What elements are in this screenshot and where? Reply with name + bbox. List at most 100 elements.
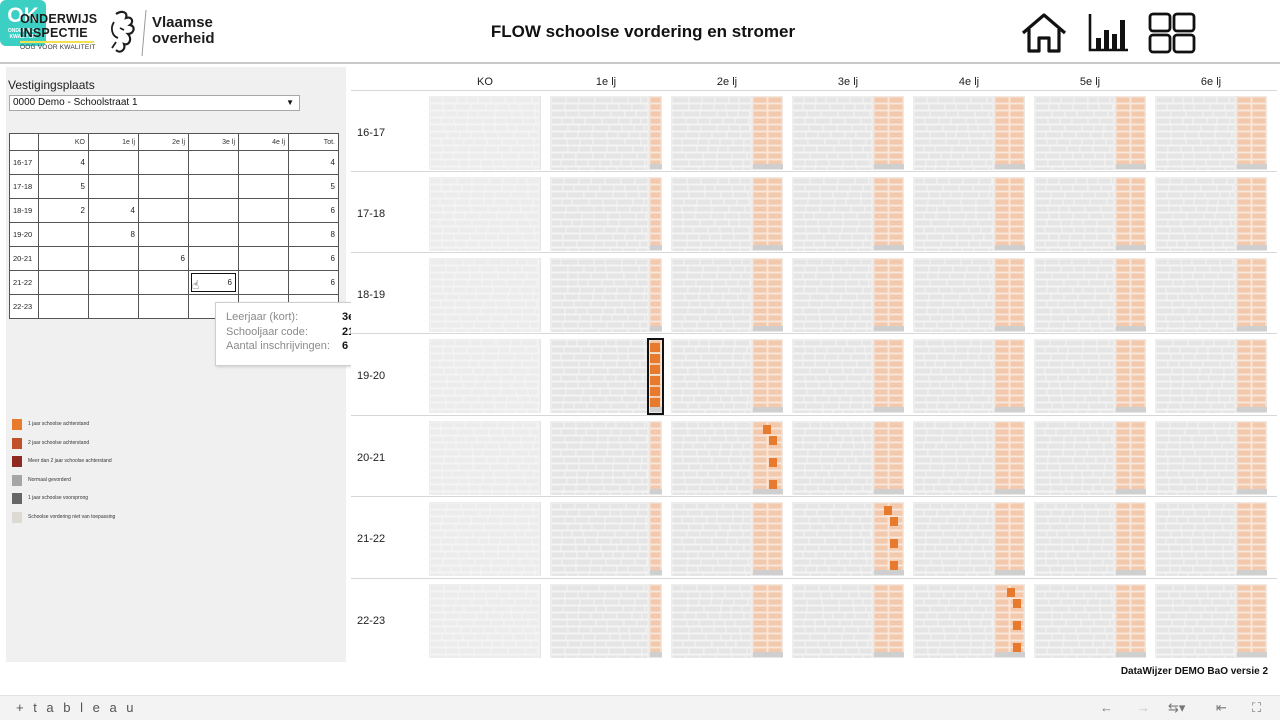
crosstab-cell[interactable] [88,270,139,295]
crosstab-cell[interactable]: 6 [288,198,339,223]
flow-cell[interactable] [550,96,662,170]
crosstab-cell[interactable] [138,150,189,175]
crosstab-cell[interactable]: 5 [38,174,89,199]
crosstab-cell[interactable] [38,270,89,295]
crosstab-cell[interactable] [38,294,89,319]
crosstab-cell[interactable] [38,246,89,271]
crosstab-cell[interactable]: 4 [88,198,139,223]
vestigingsplaats-dropdown[interactable]: 0000 Demo - Schoolstraat 1 ▼ [9,95,300,111]
treemap-tile [913,286,926,294]
crosstab-cell[interactable] [138,198,189,223]
crosstab-cell[interactable] [138,270,189,295]
revert-icon[interactable]: ⇆▾ [1168,700,1185,716]
flow-cell[interactable] [429,421,541,495]
crosstab-cell[interactable] [88,294,139,319]
home-button[interactable] [1020,12,1068,54]
flow-cell[interactable] [913,421,1025,495]
crosstab-cell[interactable] [238,246,289,271]
flow-cell[interactable] [429,258,541,332]
flow-cell[interactable] [1034,177,1146,251]
undo-arrow-icon[interactable]: ← [1100,700,1113,715]
crosstab-cell[interactable] [88,246,139,271]
crosstab-cell[interactable] [88,150,139,175]
flow-cell[interactable] [913,96,1025,170]
crosstab-cell[interactable]: 4 [38,150,89,175]
crosstab-cell[interactable] [188,198,239,223]
crosstab-cell[interactable]: 5 [288,174,339,199]
crosstab-cell[interactable] [238,150,289,175]
flow-cell[interactable] [1155,584,1267,658]
crosstab-cell[interactable]: 6 [288,246,339,271]
chart-button[interactable] [1088,12,1136,54]
crosstab-cell[interactable] [88,174,139,199]
crosstab-cell[interactable] [238,222,289,247]
flow-cell[interactable] [1155,96,1267,170]
flow-cell[interactable] [1155,502,1267,576]
flow-cell[interactable] [792,502,904,576]
crosstab-cell[interactable] [38,222,89,247]
crosstab-cell[interactable]: 8 [88,222,139,247]
flow-cell[interactable] [913,177,1025,251]
flow-cell[interactable] [1034,421,1146,495]
flow-cell[interactable] [913,502,1025,576]
crosstab-cell[interactable] [188,174,239,199]
flow-cell[interactable] [429,584,541,658]
crosstab-cell[interactable]: 6 [288,270,339,295]
fullscreen-icon[interactable]: ⛶ [1252,700,1261,716]
flow-cell[interactable] [429,502,541,576]
flow-cell[interactable] [1155,339,1267,413]
flow-cell[interactable] [792,177,904,251]
treemap-tile [512,449,530,457]
flow-cell[interactable] [671,258,783,332]
flow-cell[interactable] [1034,502,1146,576]
flow-cell[interactable] [671,177,783,251]
flow-cell[interactable] [792,339,904,413]
flow-cell[interactable] [550,584,662,658]
flow-cell[interactable] [671,339,783,413]
crosstab-cell[interactable] [238,174,289,199]
crosstab-cell[interactable]: 2 [38,198,89,223]
flow-cell[interactable] [913,584,1025,658]
flow-cell[interactable] [1034,258,1146,332]
flow-cell[interactable] [1034,96,1146,170]
crosstab-cell[interactable] [188,222,239,247]
flow-cell[interactable] [429,96,541,170]
flow-cell[interactable] [671,502,783,576]
flow-cell[interactable] [913,258,1025,332]
flow-cell[interactable] [550,339,662,413]
crosstab-cell[interactable] [188,246,239,271]
flow-cell[interactable] [671,96,783,170]
crosstab-cell[interactable] [238,270,289,295]
crosstab-cell[interactable] [238,198,289,223]
flow-cell[interactable] [550,502,662,576]
treemap-tile [729,523,742,531]
flow-cell[interactable] [792,584,904,658]
crosstab-cell[interactable]: 8 [288,222,339,247]
redo-arrow-icon[interactable]: → [1137,700,1150,715]
crosstab-cell[interactable]: 4 [288,150,339,175]
crosstab-cell[interactable]: 6 [138,246,189,271]
flow-cell[interactable] [1155,258,1267,332]
dashboard-button[interactable] [1148,12,1196,54]
flow-cell[interactable] [1034,339,1146,413]
flow-cell[interactable] [429,339,541,413]
flow-cell[interactable] [550,177,662,251]
crosstab-cell[interactable] [138,294,189,319]
flow-cell[interactable] [792,421,904,495]
crosstab-cell[interactable] [138,174,189,199]
flow-cell[interactable] [792,96,904,170]
flow-cell[interactable] [792,258,904,332]
flow-cell[interactable] [671,584,783,658]
flow-cell[interactable] [671,421,783,495]
flow-cell[interactable] [429,177,541,251]
tableau-logo[interactable]: + t a b l e a u [16,700,137,715]
flow-cell[interactable] [1155,177,1267,251]
flow-cell[interactable] [913,339,1025,413]
flow-cell[interactable] [550,421,662,495]
reset-icon[interactable]: ⇤ [1216,700,1227,716]
flow-cell[interactable] [1155,421,1267,495]
crosstab-cell[interactable] [138,222,189,247]
flow-cell[interactable] [1034,584,1146,658]
flow-cell[interactable] [550,258,662,332]
crosstab-cell[interactable] [188,150,239,175]
